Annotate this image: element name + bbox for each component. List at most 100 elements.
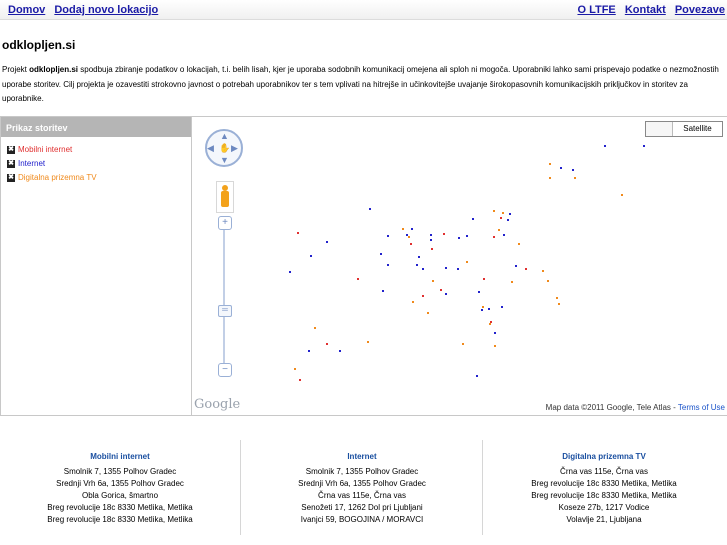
location-marker[interactable] — [525, 268, 527, 270]
location-marker[interactable] — [556, 297, 558, 299]
location-marker[interactable] — [478, 291, 480, 293]
zoom-out-button[interactable]: − — [218, 363, 232, 377]
service-toggle-digital-tv[interactable]: ✖ Digitalna prizemna TV — [1, 171, 191, 185]
location-marker[interactable] — [412, 301, 414, 303]
location-marker[interactable] — [289, 271, 291, 273]
location-marker[interactable] — [299, 379, 301, 381]
location-marker[interactable] — [431, 248, 433, 250]
location-marker[interactable] — [547, 280, 549, 282]
location-marker[interactable] — [314, 327, 316, 329]
location-marker[interactable] — [308, 350, 310, 352]
checkbox-icon[interactable]: ✖ — [7, 174, 15, 182]
location-marker[interactable] — [466, 261, 468, 263]
location-marker[interactable] — [643, 145, 645, 147]
location-marker[interactable] — [493, 236, 495, 238]
map-view[interactable]: Satellite ▲ ◀ ▶ ▼ ✋ + ═ − Google Map dat… — [192, 116, 727, 416]
location-marker[interactable] — [457, 268, 459, 270]
service-toggle-mobile-internet[interactable]: ✖ Mobilni internet — [1, 143, 191, 157]
location-marker[interactable] — [488, 308, 490, 310]
location-marker[interactable] — [502, 212, 504, 214]
nav-link-home[interactable]: Domov — [8, 4, 45, 16]
location-marker[interactable] — [369, 208, 371, 210]
location-marker[interactable] — [380, 253, 382, 255]
map-type-map-button[interactable] — [646, 122, 673, 136]
location-marker[interactable] — [542, 270, 544, 272]
terms-of-use-link[interactable]: Terms of Use — [678, 403, 725, 412]
location-marker[interactable] — [500, 217, 502, 219]
location-marker[interactable] — [498, 229, 500, 231]
location-marker[interactable] — [509, 213, 511, 215]
location-marker[interactable] — [357, 278, 359, 280]
pan-control[interactable]: ▲ ◀ ▶ ▼ ✋ — [205, 129, 243, 167]
nav-link-contact[interactable]: Kontakt — [625, 4, 666, 16]
pan-left-icon[interactable]: ◀ — [207, 143, 214, 154]
location-marker[interactable] — [621, 194, 623, 196]
location-marker[interactable] — [430, 234, 432, 236]
location-marker[interactable] — [410, 243, 412, 245]
location-marker[interactable] — [310, 255, 312, 257]
location-marker[interactable] — [494, 345, 496, 347]
location-marker[interactable] — [481, 309, 483, 311]
location-marker[interactable] — [483, 278, 485, 280]
location-marker[interactable] — [411, 228, 413, 230]
location-marker[interactable] — [494, 332, 496, 334]
location-marker[interactable] — [493, 210, 495, 212]
location-marker[interactable] — [326, 241, 328, 243]
location-marker[interactable] — [422, 295, 424, 297]
zoom-slider-track[interactable] — [223, 230, 225, 364]
location-marker[interactable] — [489, 323, 491, 325]
location-marker[interactable] — [445, 267, 447, 269]
location-marker[interactable] — [416, 264, 418, 266]
location-marker[interactable] — [445, 293, 447, 295]
location-marker[interactable] — [549, 163, 551, 165]
checkbox-icon[interactable]: ✖ — [7, 160, 15, 168]
location-marker[interactable] — [339, 350, 341, 352]
location-marker[interactable] — [482, 306, 484, 308]
service-toggle-internet[interactable]: ✖ Internet — [1, 157, 191, 171]
location-marker[interactable] — [367, 341, 369, 343]
location-marker[interactable] — [511, 281, 513, 283]
location-marker[interactable] — [507, 219, 509, 221]
location-marker[interactable] — [430, 239, 432, 241]
location-marker[interactable] — [476, 375, 478, 377]
nav-link-links[interactable]: Povezave — [675, 4, 725, 16]
street-view-pegman-icon[interactable] — [216, 181, 234, 213]
location-marker[interactable] — [503, 234, 505, 236]
location-marker[interactable] — [501, 306, 503, 308]
location-marker[interactable] — [422, 268, 424, 270]
map-type-satellite-button[interactable]: Satellite — [673, 122, 722, 136]
location-marker[interactable] — [458, 237, 460, 239]
location-marker[interactable] — [294, 368, 296, 370]
location-marker[interactable] — [462, 343, 464, 345]
location-marker[interactable] — [402, 228, 404, 230]
zoom-in-button[interactable]: + — [218, 216, 232, 230]
location-marker[interactable] — [549, 177, 551, 179]
pan-up-icon[interactable]: ▲ — [220, 131, 229, 141]
location-marker[interactable] — [604, 145, 606, 147]
location-marker[interactable] — [574, 177, 576, 179]
location-marker[interactable] — [515, 265, 517, 267]
location-marker[interactable] — [408, 236, 410, 238]
location-marker[interactable] — [558, 303, 560, 305]
nav-link-add-location[interactable]: Dodaj novo lokacijo — [54, 4, 158, 16]
nav-link-about[interactable]: O LTFE — [577, 4, 615, 16]
location-marker[interactable] — [440, 289, 442, 291]
location-marker[interactable] — [427, 312, 429, 314]
pan-right-icon[interactable]: ▶ — [231, 143, 238, 154]
location-marker[interactable] — [443, 233, 445, 235]
zoom-slider-handle[interactable]: ═ — [218, 305, 232, 317]
location-marker[interactable] — [432, 280, 434, 282]
checkbox-icon[interactable]: ✖ — [7, 146, 15, 154]
location-marker[interactable] — [472, 218, 474, 220]
location-marker[interactable] — [382, 290, 384, 292]
pan-down-icon[interactable]: ▼ — [220, 155, 229, 165]
location-marker[interactable] — [297, 232, 299, 234]
location-marker[interactable] — [387, 235, 389, 237]
location-marker[interactable] — [466, 235, 468, 237]
location-marker[interactable] — [560, 167, 562, 169]
location-marker[interactable] — [572, 169, 574, 171]
location-marker[interactable] — [518, 243, 520, 245]
location-marker[interactable] — [387, 264, 389, 266]
location-marker[interactable] — [418, 256, 420, 258]
location-marker[interactable] — [326, 343, 328, 345]
